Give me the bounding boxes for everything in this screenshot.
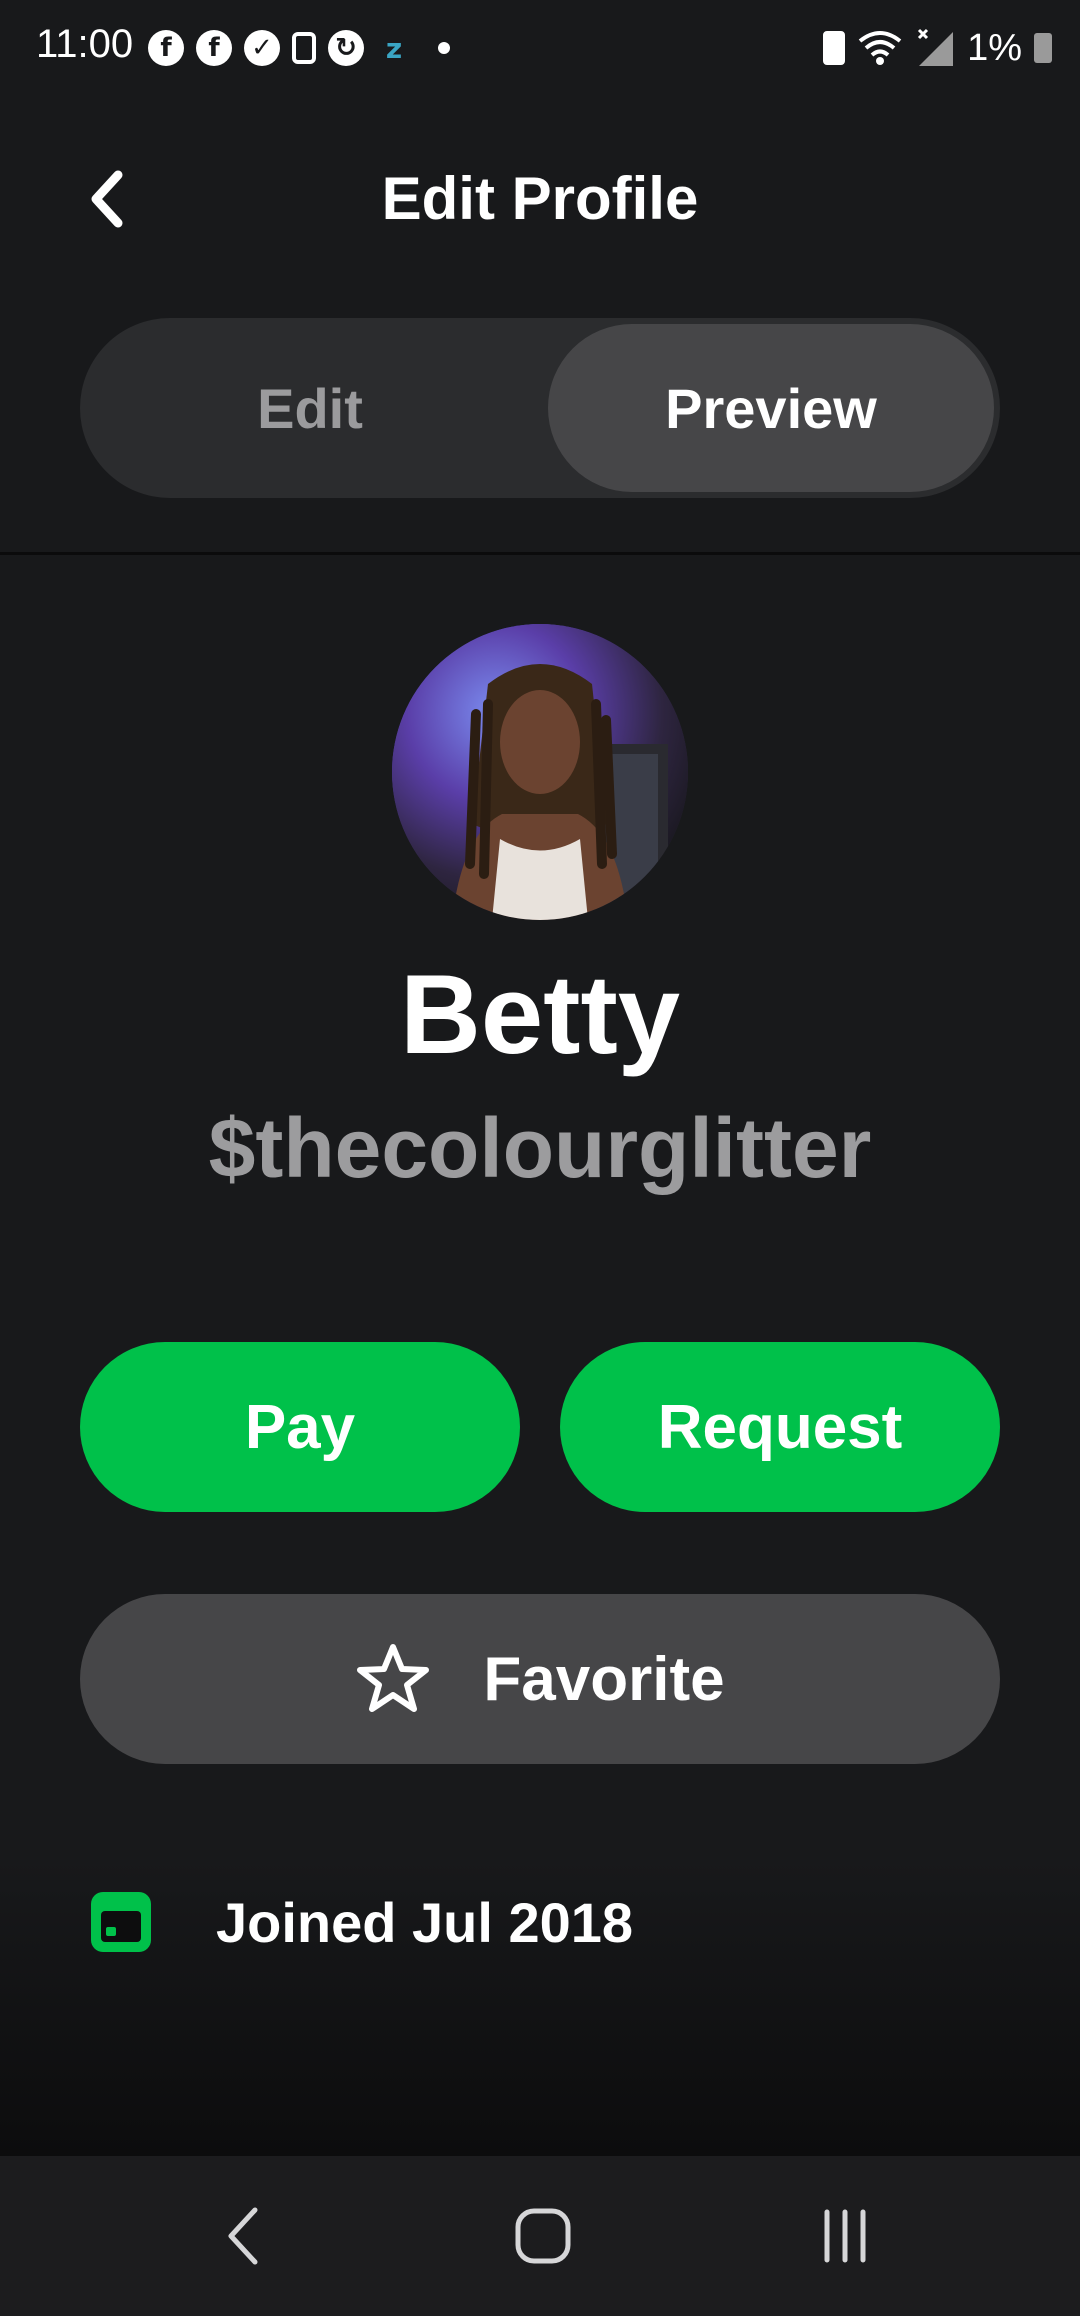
screen: 11:00 f f ✓ ↻ z 1% Edit Profile Edit Pre… bbox=[0, 0, 1080, 2316]
z-icon: z bbox=[385, 31, 403, 65]
system-icons: 1% bbox=[823, 26, 1052, 70]
profile-cashtag: $thecolourglitter bbox=[208, 1101, 872, 1195]
joined-date: Joined Jul 2018 bbox=[216, 1890, 634, 1954]
tab-preview[interactable]: Preview bbox=[548, 324, 994, 492]
pay-button[interactable]: Pay bbox=[80, 1342, 520, 1512]
back-nav-button[interactable] bbox=[198, 2196, 288, 2276]
battery-charging-icon bbox=[1034, 33, 1052, 63]
calendar-icon bbox=[88, 1889, 154, 1955]
profile-name: Betty bbox=[399, 952, 681, 1077]
facebook-icon: f bbox=[196, 30, 232, 66]
recents-nav-icon bbox=[824, 2209, 866, 2263]
divider bbox=[0, 552, 1080, 555]
wifi-icon bbox=[858, 31, 902, 65]
check-badge-icon: ✓ bbox=[244, 30, 280, 66]
battery-saver-icon bbox=[823, 31, 846, 65]
header: Edit Profile bbox=[0, 150, 1080, 250]
home-nav-button[interactable] bbox=[498, 2196, 588, 2276]
system-nav-bar bbox=[0, 2156, 1080, 2316]
notification-icons: f f ✓ ↻ z bbox=[148, 28, 450, 68]
favorite-button[interactable]: Favorite bbox=[80, 1594, 1000, 1764]
favorite-button-label: Favorite bbox=[483, 1644, 725, 1714]
recents-nav-button[interactable] bbox=[800, 2196, 890, 2276]
request-button[interactable]: Request bbox=[560, 1342, 1000, 1512]
star-outline-icon bbox=[355, 1641, 431, 1717]
home-nav-icon bbox=[515, 2208, 571, 2264]
joined-row: Joined Jul 2018 bbox=[88, 1882, 633, 1962]
status-bar: 11:00 f f ✓ ↻ z 1% bbox=[0, 0, 1080, 96]
battery-percent: 1% bbox=[967, 26, 1022, 69]
edit-preview-toggle: Edit Preview bbox=[80, 318, 1000, 498]
dot-icon bbox=[438, 42, 450, 54]
status-time: 11:00 bbox=[36, 22, 134, 66]
pay-button-label: Pay bbox=[244, 1392, 356, 1462]
back-nav-icon bbox=[228, 2207, 258, 2265]
signal-icon bbox=[918, 28, 954, 66]
page-title: Edit Profile bbox=[381, 165, 699, 232]
sync-icon: ↻ bbox=[328, 30, 364, 66]
avatar bbox=[392, 624, 688, 920]
lock-icon bbox=[292, 32, 316, 64]
request-button-label: Request bbox=[657, 1392, 903, 1462]
tab-edit[interactable]: Edit bbox=[80, 318, 540, 498]
facebook-icon: f bbox=[148, 30, 184, 66]
